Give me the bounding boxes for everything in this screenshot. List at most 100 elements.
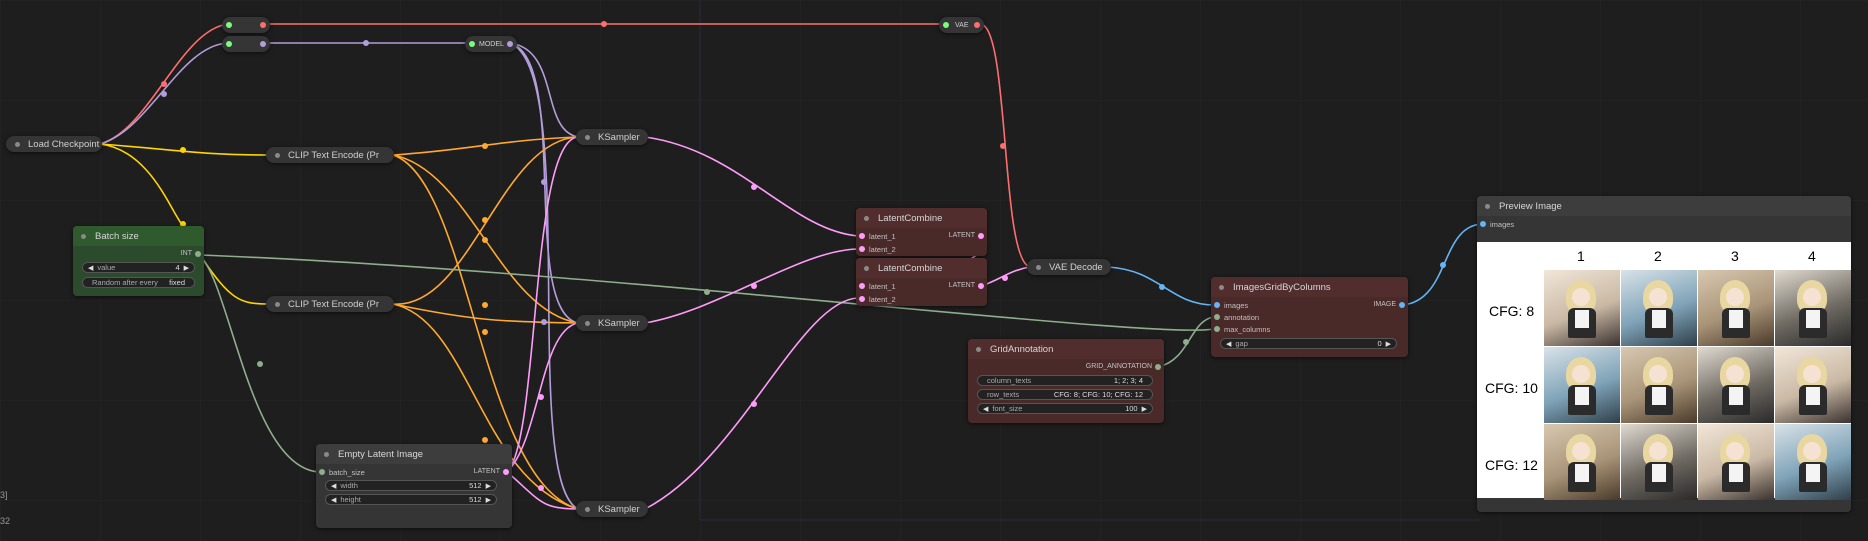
node-header[interactable]: GridAnnotation [968,339,1164,359]
node-title: Load Checkpoint [28,138,100,150]
collapse-dot-icon[interactable] [275,301,280,307]
output-slot[interactable] [260,22,266,28]
collapse-dot-icon[interactable] [864,265,869,271]
batch-size-node[interactable]: Batch size INT ◀ value 4 ▶ Random after … [73,226,204,296]
increment-arrow-icon[interactable]: ▶ [486,482,491,490]
input-slot[interactable] [319,469,325,475]
output-slot[interactable] [978,283,984,289]
widget-label: column_texts [987,376,1032,385]
reroute-model-labeled[interactable]: MODEL [465,36,517,52]
collapse-dot-icon[interactable] [275,152,280,158]
output-slot[interactable] [195,251,201,257]
collapse-dot-icon[interactable] [1485,203,1490,209]
width-widget[interactable]: ◀ width 512 ▶ [325,480,497,491]
input-label: latent_2 [869,245,896,254]
collapse-dot-icon[interactable] [15,141,20,147]
decrement-arrow-icon[interactable]: ◀ [331,482,336,490]
node-header[interactable]: Empty Latent Image [316,444,512,464]
increment-arrow-icon[interactable]: ▶ [1142,405,1147,413]
edge-text: 32 [0,516,11,526]
row-texts-widget[interactable]: row_texts CFG: 8; CFG: 10; CFG: 12 [977,389,1153,400]
collapse-dot-icon[interactable] [324,451,329,457]
input-slot[interactable] [859,233,865,239]
gap-widget[interactable]: ◀ gap 0 ▶ [1220,338,1397,349]
collapse-dot-icon[interactable] [864,215,869,221]
output-slot[interactable] [1155,364,1161,370]
input-slot[interactable] [943,22,949,28]
collapse-dot-icon[interactable] [585,506,590,512]
collapse-dot-icon[interactable] [585,320,590,326]
output-slot[interactable] [974,22,980,28]
latent-combine-node-1[interactable]: LatentCombine latent_1 latent_2 LATENT [856,208,987,256]
output-slot[interactable] [503,469,509,475]
input-label: max_columns [1224,325,1271,334]
input-slot[interactable] [226,41,232,47]
decrement-arrow-icon[interactable]: ◀ [1226,340,1231,348]
reroute-model-node[interactable] [222,36,270,52]
empty-latent-image-node[interactable]: Empty Latent Image batch_size LATENT ◀ w… [316,444,512,528]
reroute-vae-labeled[interactable]: VAE [939,17,984,33]
input-slot[interactable] [1214,302,1220,308]
output-slot[interactable] [507,41,513,47]
input-slot[interactable] [1480,221,1486,227]
increment-arrow-icon[interactable]: ▶ [486,496,491,504]
control-after-generate-widget[interactable]: Random after every fixed [82,277,195,288]
input-slot[interactable] [226,22,232,28]
ksampler-node-2[interactable]: KSampler [576,315,648,331]
input-label: images [1224,301,1249,310]
output-slot[interactable] [260,41,266,47]
node-header[interactable]: Batch size [73,226,204,246]
ksampler-node-1[interactable]: KSampler [576,129,648,145]
generated-image-thumbnail [1621,270,1697,346]
grid-annotation-node[interactable]: GridAnnotation GRID_ANNOTATION column_te… [968,339,1164,423]
height-widget[interactable]: ◀ height 512 ▶ [325,494,497,505]
node-header[interactable]: Preview Image [1477,196,1851,216]
input-slot[interactable] [469,41,475,47]
ksampler-node-3[interactable]: KSampler [576,501,648,517]
node-title: KSampler [598,503,640,515]
font-size-widget[interactable]: ◀ font_size 100 ▶ [977,403,1153,414]
increment-arrow-icon[interactable]: ▶ [184,264,189,272]
output-slot[interactable] [1399,302,1405,308]
load-checkpoint-node[interactable]: Load Checkpoint [6,136,102,152]
input-label: images [1490,220,1515,229]
collapse-dot-icon[interactable] [585,134,590,140]
node-title: ImagesGridByColumns [1233,281,1331,293]
collapse-dot-icon[interactable] [1036,264,1041,270]
images-grid-by-columns-node[interactable]: ImagesGridByColumns images annotation ma… [1211,277,1408,357]
column-header: 3 [1731,248,1739,264]
node-header[interactable]: ImagesGridByColumns [1211,277,1408,297]
latent-combine-node-2[interactable]: LatentCombine latent_1 latent_2 LATENT [856,258,987,306]
input-slot[interactable] [859,283,865,289]
node-header[interactable]: LatentCombine [856,208,987,228]
widget-value: 4 [175,263,180,272]
decrement-arrow-icon[interactable]: ◀ [331,496,336,504]
value-widget[interactable]: ◀ value 4 ▶ [82,262,195,273]
collapse-dot-icon[interactable] [81,233,86,239]
clip-text-encode-node-2[interactable]: CLIP Text Encode (Pr [266,296,394,312]
node-title: Empty Latent Image [338,448,424,460]
node-label: VAE [955,21,969,29]
node-header[interactable]: LatentCombine [856,258,987,278]
collapse-dot-icon[interactable] [1219,284,1224,290]
input-slot[interactable] [1214,314,1220,320]
collapse-dot-icon[interactable] [976,346,981,352]
preview-image-node[interactable]: Preview Image images 1 2 3 4 CFG: 8 CFG:… [1477,196,1851,512]
column-texts-widget[interactable]: column_texts 1; 2; 3; 4 [977,375,1153,386]
output-label: LATENT [948,282,975,289]
input-slot[interactable] [1214,326,1220,332]
output-slot[interactable] [978,233,984,239]
preview-output-image[interactable]: 1 2 3 4 CFG: 8 CFG: 10 CFG: 12 [1477,242,1851,500]
widget-value: 1; 2; 3; 4 [1113,376,1143,385]
widget-label: row_texts [987,390,1020,399]
widget-label: Random after every [92,278,158,287]
widget-value: 512 [469,481,482,490]
decrement-arrow-icon[interactable]: ◀ [983,405,988,413]
reroute-vae-node[interactable] [222,17,270,33]
increment-arrow-icon[interactable]: ▶ [1386,340,1391,348]
clip-text-encode-node-1[interactable]: CLIP Text Encode (Pr [266,147,394,163]
input-slot[interactable] [859,246,865,252]
input-slot[interactable] [859,296,865,302]
decrement-arrow-icon[interactable]: ◀ [88,264,93,272]
vae-decode-node[interactable]: VAE Decode [1027,259,1111,275]
